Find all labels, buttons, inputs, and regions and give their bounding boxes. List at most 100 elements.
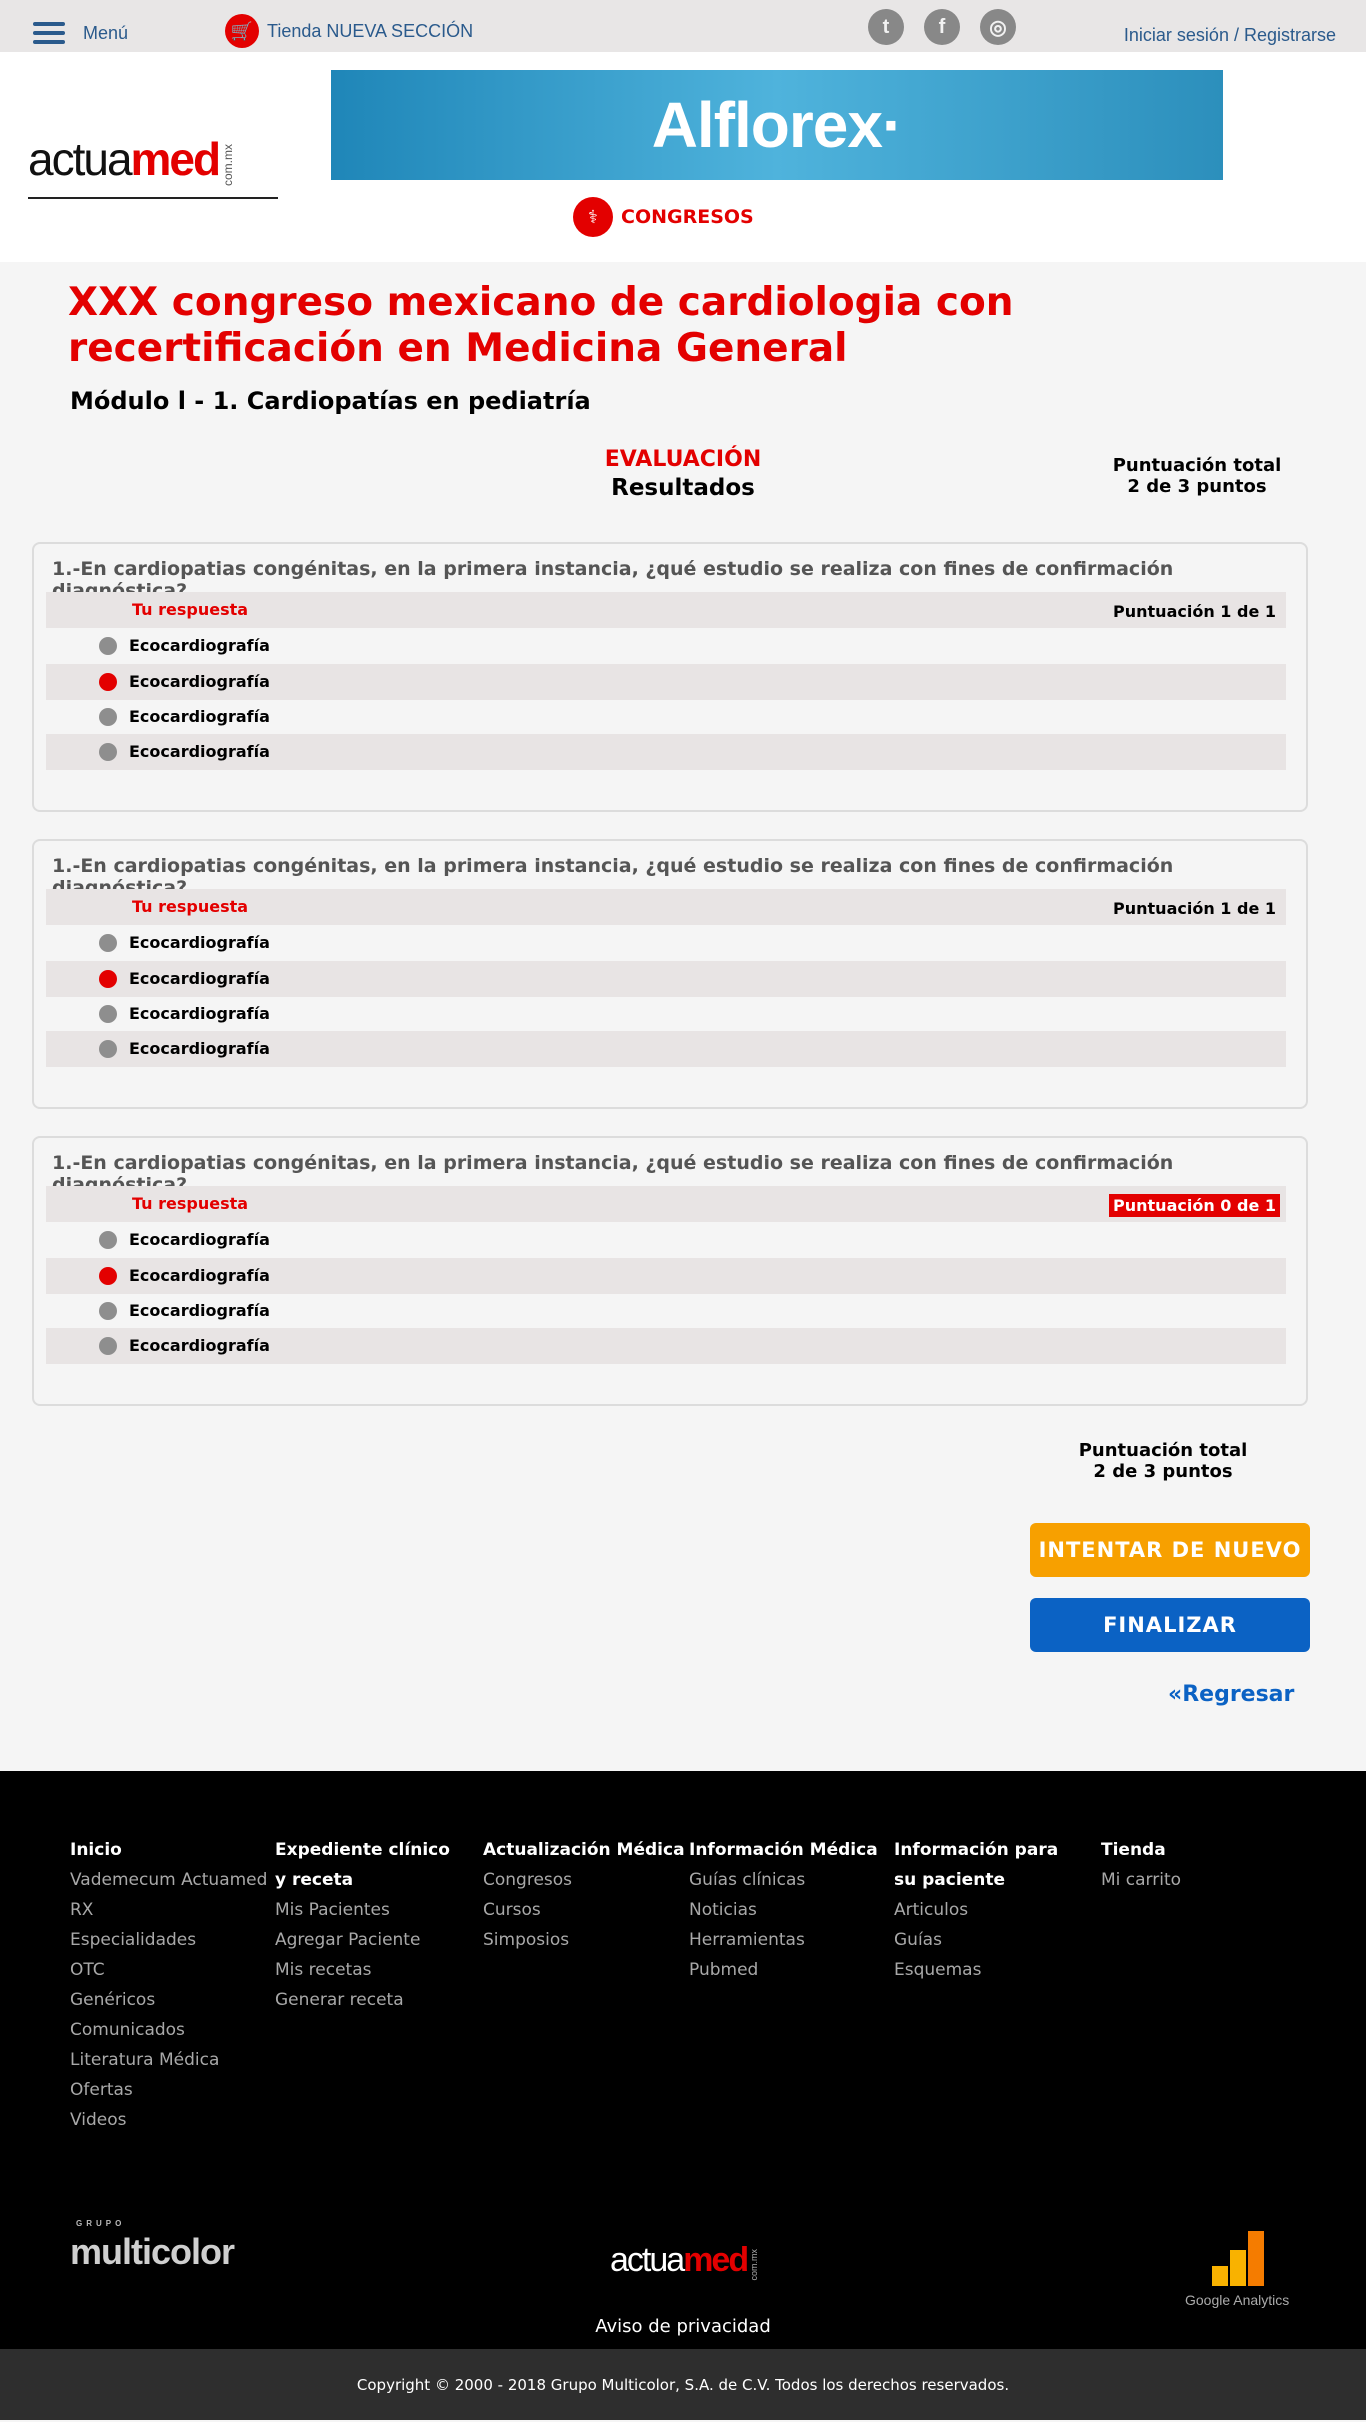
footer-col-informacion: Información Médica Guías clínicas Notici…: [689, 1835, 878, 1985]
copyright-bar: Copyright © 2000 - 2018 Grupo Multicolor…: [0, 2349, 1366, 2420]
option-label: Ecocardiografía: [129, 672, 270, 691]
option-label: Ecocardiografía: [129, 707, 270, 726]
footer-link[interactable]: OTC: [70, 1955, 267, 1985]
footer-link[interactable]: Simposios: [483, 1925, 685, 1955]
option-label: Ecocardiografía: [129, 742, 270, 761]
logo-text-com: com.mx: [221, 144, 236, 186]
footer-link[interactable]: Literatura Médica: [70, 2045, 267, 2075]
top-bar: Menú 🛒 Tienda NUEVA SECCIÓN t f ◎ Inicia…: [0, 0, 1366, 52]
logo-ecg-line: [28, 197, 278, 207]
logo-text-actua: actua: [610, 2241, 685, 2279]
retry-button[interactable]: INTENTAR DE NUEVO: [1030, 1523, 1310, 1577]
footer-link[interactable]: Mis recetas: [275, 1955, 450, 1985]
footer-link[interactable]: Especialidades: [70, 1925, 267, 1955]
instagram-icon[interactable]: ◎: [980, 9, 1016, 45]
footer-link[interactable]: Videos: [70, 2105, 267, 2135]
ad-banner[interactable]: Alflorex·: [331, 70, 1223, 180]
site-footer: Inicio Vademecum Actuamed RX Especialida…: [0, 1771, 1366, 2349]
option-label: Ecocardiografía: [129, 933, 270, 952]
answer-header: Tu respuesta Puntuación 1 de 1: [46, 592, 1286, 628]
option-label: Ecocardiografía: [129, 1230, 270, 1249]
footer-link[interactable]: Guías clínicas: [689, 1865, 878, 1895]
question-score: Puntuación 0 de 1: [1109, 1194, 1280, 1217]
total-score-top: Puntuación total 2 de 3 puntos: [1097, 455, 1297, 497]
logo-text-med: med: [130, 133, 222, 185]
footer-link[interactable]: Inicio: [70, 1835, 267, 1865]
answer-header: Tu respuesta Puntuación 0 de 1: [46, 1186, 1286, 1222]
google-analytics-badge: Google Analytics: [1185, 2231, 1295, 2308]
cart-icon: 🛒: [225, 14, 259, 48]
option-label: Ecocardiografía: [129, 969, 270, 988]
logo-text-med: med: [683, 2241, 749, 2279]
radio-icon: [99, 1337, 117, 1355]
logo-text-actua: actua: [28, 133, 133, 185]
footer-link[interactable]: Comunicados: [70, 2015, 267, 2045]
footer-link[interactable]: RX: [70, 1895, 267, 1925]
footer-link[interactable]: Vademecum Actuamed: [70, 1865, 267, 1895]
footer-link[interactable]: Mis Pacientes: [275, 1895, 450, 1925]
question-card: 1.-En cardiopatias congénitas, en la pri…: [32, 1136, 1308, 1406]
answer-option: Ecocardiografía: [46, 734, 1286, 770]
your-answer-label: Tu respuesta: [132, 897, 249, 916]
radio-icon: [99, 637, 117, 655]
option-label: Ecocardiografía: [129, 1336, 270, 1355]
radio-selected-icon: [99, 970, 117, 988]
footer-link[interactable]: Herramientas: [689, 1925, 878, 1955]
footer-link[interactable]: Agregar Paciente: [275, 1925, 450, 1955]
footer-heading: y receta: [275, 1870, 354, 1890]
answer-option: Ecocardiografía: [46, 628, 1286, 664]
multicolor-logo: GRUPO multicolor: [70, 2219, 235, 2273]
footer-link[interactable]: Guías: [894, 1925, 1058, 1955]
twitter-icon[interactable]: t: [868, 9, 904, 45]
footer-col-tienda: Tienda Mi carrito: [1101, 1835, 1181, 1895]
facebook-icon[interactable]: f: [924, 9, 960, 45]
menu-button[interactable]: Menú: [33, 22, 128, 44]
footer-col-actualizacion: Actualización Médica Congresos Cursos Si…: [483, 1835, 685, 1955]
option-label: Ecocardiografía: [129, 1039, 270, 1058]
answer-option: Ecocardiografía: [46, 925, 1286, 961]
login-link[interactable]: Iniciar sesión / Registrarse: [1124, 25, 1336, 46]
back-link[interactable]: «Regresar: [1168, 1682, 1294, 1707]
total-score-label: Puntuación total: [1078, 1440, 1248, 1461]
footer-link[interactable]: Cursos: [483, 1895, 685, 1925]
hamburger-icon: [33, 22, 65, 44]
option-label: Ecocardiografía: [129, 1266, 270, 1285]
option-label: Ecocardiografía: [129, 1301, 270, 1320]
footer-link[interactable]: Genéricos: [70, 1985, 267, 2015]
footer-link[interactable]: Generar receta: [275, 1985, 450, 2015]
your-answer-label: Tu respuesta: [132, 1194, 249, 1213]
question-score: Puntuación 1 de 1: [1113, 899, 1276, 918]
footer-link[interactable]: Mi carrito: [1101, 1865, 1181, 1895]
radio-icon: [99, 1231, 117, 1249]
answer-option: Ecocardiografía: [46, 1258, 1286, 1294]
footer-link[interactable]: Congresos: [483, 1865, 685, 1895]
page-title: XXX congreso mexicano de cardiologia con…: [68, 280, 1014, 371]
actuamed-logo[interactable]: actua med com.mx: [28, 132, 235, 186]
footer-link[interactable]: Ofertas: [70, 2075, 267, 2105]
answer-option: Ecocardiografía: [46, 961, 1286, 997]
store-link[interactable]: 🛒 Tienda NUEVA SECCIÓN: [225, 14, 473, 48]
privacy-link[interactable]: Aviso de privacidad: [0, 2316, 1366, 2337]
radio-icon: [99, 934, 117, 952]
menu-label: Menú: [83, 22, 129, 43]
footer-col-inicio: Inicio Vademecum Actuamed RX Especialida…: [70, 1835, 267, 2135]
answer-option: Ecocardiografía: [46, 1031, 1286, 1067]
radio-selected-icon: [99, 673, 117, 691]
social-links: t f ◎: [868, 9, 1016, 45]
total-score-bottom: Puntuación total 2 de 3 puntos: [1063, 1440, 1263, 1482]
radio-icon: [99, 743, 117, 761]
finish-button[interactable]: FINALIZAR: [1030, 1598, 1310, 1652]
module-subtitle: Módulo l - 1. Cardiopatías en pediatría: [70, 387, 591, 415]
question-score: Puntuación 1 de 1: [1113, 602, 1276, 621]
congresos-link[interactable]: ⚕ CONGRESOS: [573, 197, 754, 237]
answer-option: Ecocardiografía: [46, 1293, 1286, 1329]
footer-link[interactable]: Pubmed: [689, 1955, 878, 1985]
your-answer-label: Tu respuesta: [132, 600, 249, 619]
footer-link[interactable]: Articulos: [894, 1895, 1058, 1925]
footer-heading: Información Médica: [689, 1840, 878, 1860]
option-label: Ecocardiografía: [129, 1004, 270, 1023]
answer-header: Tu respuesta Puntuación 1 de 1: [46, 889, 1286, 925]
total-score-value: 2 de 3 puntos: [1127, 476, 1267, 497]
footer-link[interactable]: Esquemas: [894, 1955, 1058, 1985]
footer-link[interactable]: Noticias: [689, 1895, 878, 1925]
